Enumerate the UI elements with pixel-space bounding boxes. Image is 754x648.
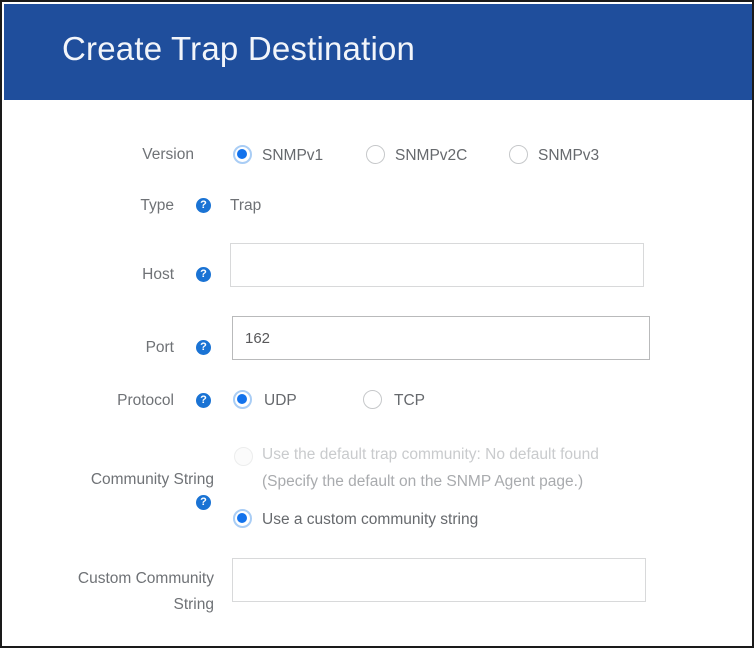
radio-version-snmpv2c[interactable] bbox=[366, 145, 385, 164]
radio-label-community-default-line1: Use the default trap community: No defau… bbox=[262, 446, 599, 463]
dialog-form: Version SNMPv1 SNMPv2C SNMPv3 Type ? Tra… bbox=[4, 100, 752, 646]
create-trap-destination-dialog: Create Trap Destination Version SNMPv1 S… bbox=[0, 0, 754, 648]
community-string-label: Community String bbox=[90, 471, 214, 488]
port-label: Port bbox=[145, 339, 174, 356]
custom-community-string-label-line2: String bbox=[173, 596, 215, 613]
radio-label-community-default-line2: (Specify the default on the SNMP Agent p… bbox=[262, 473, 584, 490]
dialog-title: Create Trap Destination bbox=[62, 30, 416, 67]
help-icon-host[interactable]: ? bbox=[196, 267, 211, 282]
radio-label-version-snmpv1[interactable]: SNMPv1 bbox=[262, 146, 323, 165]
host-label: Host bbox=[142, 266, 174, 283]
radio-community-default bbox=[234, 447, 253, 466]
radio-version-snmpv1[interactable] bbox=[233, 145, 252, 164]
radio-label-community-custom[interactable]: Use a custom community string bbox=[262, 510, 478, 529]
radio-protocol-tcp[interactable] bbox=[363, 390, 382, 409]
dialog-titlebar: Create Trap Destination bbox=[4, 4, 752, 100]
radio-community-custom[interactable] bbox=[233, 509, 252, 528]
radio-protocol-udp[interactable] bbox=[233, 390, 252, 409]
type-value: Trap bbox=[230, 197, 262, 214]
help-icon-port[interactable]: ? bbox=[196, 340, 211, 355]
radio-label-protocol-tcp[interactable]: TCP bbox=[394, 391, 425, 410]
radio-label-version-snmpv2c[interactable]: SNMPv2C bbox=[395, 146, 467, 165]
custom-community-string-input[interactable] bbox=[232, 558, 646, 602]
radio-version-snmpv3[interactable] bbox=[509, 145, 528, 164]
custom-community-string-label-line1: Custom Community bbox=[77, 570, 214, 587]
version-label: Version bbox=[142, 146, 194, 163]
radio-label-protocol-udp[interactable]: UDP bbox=[264, 391, 297, 410]
type-label: Type bbox=[140, 197, 174, 214]
help-icon-community-string[interactable]: ? bbox=[196, 495, 211, 510]
help-icon-type[interactable]: ? bbox=[196, 198, 211, 213]
protocol-label: Protocol bbox=[117, 392, 174, 409]
radio-label-version-snmpv3[interactable]: SNMPv3 bbox=[538, 146, 599, 165]
help-icon-protocol[interactable]: ? bbox=[196, 393, 211, 408]
port-input[interactable] bbox=[232, 316, 650, 360]
host-input[interactable] bbox=[230, 243, 644, 287]
